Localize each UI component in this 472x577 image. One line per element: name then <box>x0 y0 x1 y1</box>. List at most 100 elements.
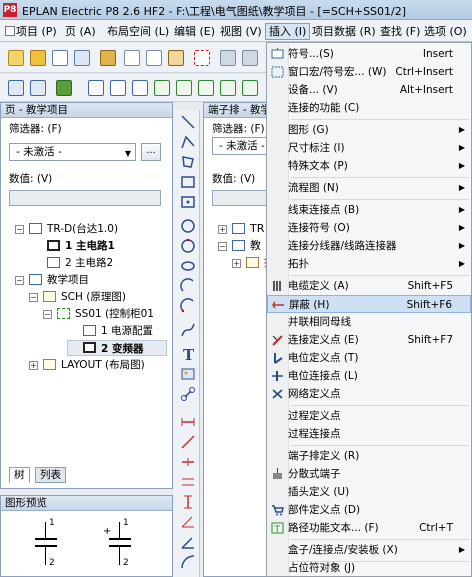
dimension-aligned-icon[interactable] <box>180 434 196 450</box>
print-icon[interactable] <box>74 50 90 66</box>
menu-item-terminal-strip-definition[interactable]: 端子排定义 (R) <box>267 447 471 465</box>
expand-icon[interactable]: + <box>218 225 227 234</box>
menu-item-plug-definition[interactable]: 插头定义 (U) <box>267 483 471 501</box>
cut-icon[interactable] <box>124 50 140 66</box>
menu-item-potential-definition-point[interactable]: 电位定义点 (T) <box>267 349 471 367</box>
value-input[interactable] <box>9 190 161 206</box>
menu-options[interactable]: 选项 (O) <box>421 23 470 40</box>
navigator-icon[interactable] <box>8 80 24 96</box>
menu-item-placeholder-object[interactable]: 占位符对象 (J) <box>267 559 471 577</box>
menu-insert[interactable]: 插入 (I) <box>265 23 311 40</box>
eraser-icon[interactable] <box>242 50 258 66</box>
tree-node-trd[interactable]: − TR-D(台达1.0) <box>1 221 172 237</box>
rectangle-center-icon[interactable] <box>180 194 196 210</box>
spline-icon[interactable] <box>180 322 196 338</box>
flag-5-icon[interactable] <box>242 80 258 96</box>
flag-3-icon[interactable] <box>198 80 214 96</box>
menu-item-topology[interactable]: 拓扑 ▶ <box>267 255 471 273</box>
menu-item-part-definition-point[interactable]: 部件定义点 (D) <box>267 501 471 519</box>
menu-item-box-connection-mounting[interactable]: 盒子/连接点/安装板 (X) ▶ <box>267 541 471 559</box>
menu-layout-space[interactable]: 布局空间 (L) <box>104 23 172 40</box>
dimension-chain-icon[interactable] <box>180 454 196 470</box>
flag-icon[interactable] <box>154 80 170 96</box>
graphic-preview-icon[interactable] <box>30 80 46 96</box>
dimension-vertical-icon[interactable] <box>180 494 196 510</box>
collapse-icon[interactable]: − <box>29 293 38 302</box>
menu-item-flowchart[interactable]: 流程图 (N) ▶ <box>267 179 471 197</box>
page-icon[interactable] <box>52 50 68 66</box>
tree-node-ss01[interactable]: − SS01 (控制柜01 <box>1 306 172 322</box>
tree-node-power-config[interactable]: 1 电源配置 <box>1 323 172 339</box>
menu-page[interactable]: 页 (A) <box>62 23 99 40</box>
ellipse-icon[interactable] <box>180 258 196 274</box>
arc-2-icon[interactable] <box>180 298 196 314</box>
filter-browse-button[interactable]: ... <box>141 143 161 161</box>
puzzle-icon[interactable] <box>56 80 72 96</box>
layer-2-icon[interactable] <box>110 80 126 96</box>
menu-item-shield[interactable]: 屏蔽 (H) Shift+F6 <box>267 295 471 313</box>
menu-view[interactable]: 视图 (V) <box>217 23 265 40</box>
filter-select[interactable]: - 未激活 - ▼ <box>9 143 136 161</box>
pen-icon[interactable] <box>220 50 236 66</box>
layer-icon[interactable] <box>88 80 104 96</box>
collapse-icon[interactable]: − <box>218 242 227 251</box>
menu-item-graphics[interactable]: 图形 (G) ▶ <box>267 121 471 139</box>
menu-item-path-function-text[interactable]: T 路径功能文本... (F) Ctrl+T <box>267 519 471 537</box>
menu-edit[interactable]: 编辑 (E) <box>171 23 218 40</box>
menu-item-network-definition-point[interactable]: 网络定义点 <box>267 385 471 403</box>
polygon-icon[interactable] <box>180 154 196 170</box>
menu-item-connection-definition-point[interactable]: 连接定义点 (E) Shift+F7 <box>267 331 471 349</box>
menu-item-special-text[interactable]: 特殊文本 (P) ▶ <box>267 157 471 175</box>
dimension-baseline-icon[interactable] <box>180 474 196 490</box>
menu-item-cable-definition[interactable]: 电缆定义 (A) Shift+F5 <box>267 277 471 295</box>
flag-2-icon[interactable] <box>176 80 192 96</box>
collapse-icon[interactable]: − <box>43 310 52 319</box>
tree-node-page-1[interactable]: 1 主电路1 <box>1 238 172 254</box>
menu-project[interactable]: 项目 (P) <box>2 23 60 40</box>
tab-tree[interactable]: 树 <box>9 467 30 483</box>
arc-icon[interactable] <box>180 278 196 294</box>
tree-node-sch[interactable]: − SCH (原理图) <box>1 289 172 305</box>
text-icon[interactable]: T <box>180 346 196 362</box>
rectangle-icon[interactable] <box>180 174 196 190</box>
menu-item-connection-symbol[interactable]: 连接符号 (O) ▶ <box>267 219 471 237</box>
delete-selection-icon[interactable] <box>194 50 210 66</box>
menu-item-process-definition-point[interactable]: 过程定义点 <box>267 407 471 425</box>
tree-node-teaching-project[interactable]: − 教学项目 <box>1 272 172 288</box>
menu-item-distributed-terminal[interactable]: 分散式端子 <box>267 465 471 483</box>
menu-item-harness-connection[interactable]: 线束连接点 (B) ▶ <box>267 201 471 219</box>
polyline-icon[interactable] <box>180 134 196 150</box>
link-icon[interactable] <box>180 386 196 402</box>
circle-icon[interactable] <box>180 218 196 234</box>
menu-item-process-connection-point[interactable]: 过程连接点 <box>267 425 471 443</box>
menu-find[interactable]: 查找 (F) <box>377 23 423 40</box>
circle-3pt-icon[interactable] <box>180 238 196 254</box>
dimension-icon[interactable] <box>180 414 196 430</box>
menu-item-connected-function[interactable]: 连接的功能 (C) <box>267 99 471 117</box>
line-icon[interactable] <box>180 114 196 130</box>
copy-icon[interactable] <box>146 50 162 66</box>
tree-node-page-2[interactable]: 2 主电路2 <box>1 255 172 271</box>
expand-icon[interactable]: + <box>232 259 241 268</box>
menu-item-macro[interactable]: 窗口宏/符号宏... (W) Ctrl+Insert <box>267 63 471 81</box>
angle-icon[interactable] <box>180 534 196 550</box>
wrench-icon[interactable] <box>100 50 116 66</box>
layer-3-icon[interactable] <box>132 80 148 96</box>
expand-icon[interactable]: + <box>29 361 38 370</box>
radius-icon[interactable] <box>180 554 196 570</box>
collapse-icon[interactable]: − <box>15 225 24 234</box>
dimension-incremental-icon[interactable] <box>180 514 196 530</box>
menu-project-data[interactable]: 项目数据 (R) <box>309 23 379 40</box>
open-project-icon[interactable] <box>30 50 46 66</box>
menu-item-symbol[interactable]: 符号...(S) Insert <box>267 45 471 63</box>
paste-icon[interactable] <box>168 50 184 66</box>
image-icon[interactable] <box>180 366 196 382</box>
tree-node-inverter[interactable]: 2 变频器 <box>67 340 167 356</box>
new-project-icon[interactable] <box>8 50 24 66</box>
menu-item-potential-connection-point[interactable]: 电位连接点 (L) <box>267 367 471 385</box>
menu-item-device[interactable]: 设备... (V) Alt+Insert <box>267 81 471 99</box>
menu-item-parallel-busbar[interactable]: 并联相同母线 <box>267 313 471 331</box>
collapse-icon[interactable]: − <box>15 276 24 285</box>
tab-list[interactable]: 列表 <box>35 467 66 483</box>
tree-node-layout[interactable]: + LAYOUT (布局图) <box>1 357 172 373</box>
